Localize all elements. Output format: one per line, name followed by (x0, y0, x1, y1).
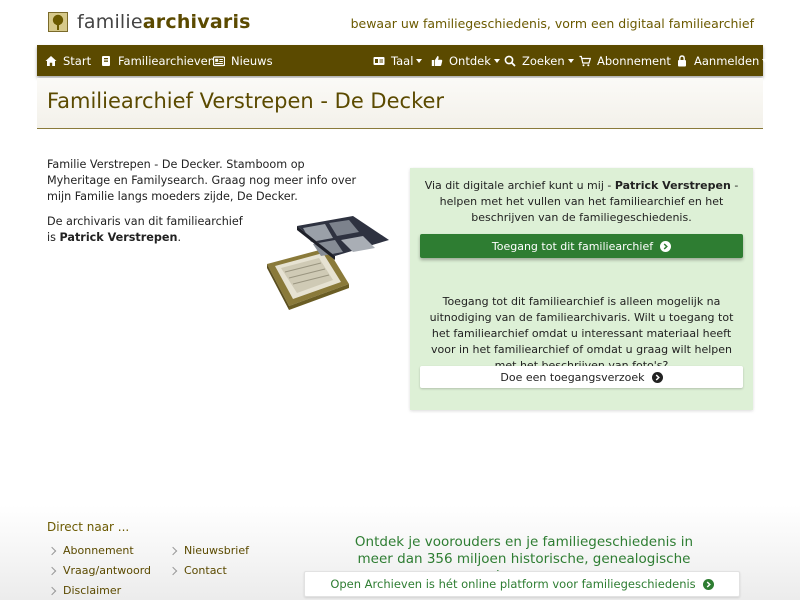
arrow-circle-right-icon (651, 371, 663, 383)
access-panel: Via dit digitale archief kunt u mij - Pa… (410, 168, 753, 410)
nav-taal-label: Taal (391, 53, 414, 68)
archivist-suffix: . (177, 231, 182, 244)
help-text-name: Patrick Verstrepen (614, 179, 731, 192)
footer-link-label: Vraag/antwoord (63, 564, 152, 577)
tree-logo-icon (48, 12, 68, 32)
logo-text: familiearchivaris (77, 11, 251, 33)
footer-link-disclaimer[interactable]: Disclaimer (47, 584, 121, 597)
nav-zoeken[interactable]: Zoeken (504, 45, 574, 76)
logo-prefix: familie (77, 11, 143, 33)
nav-familiearchieven-label: Familiearchieven (118, 53, 216, 68)
nav-ontdek-label: Ontdek (449, 53, 491, 68)
nav-start-label: Start (63, 53, 92, 68)
access-archive-label: Toegang tot dit familiearchief (491, 239, 654, 253)
archive-description: Familie Verstrepen - De Decker. Stamboom… (47, 158, 357, 203)
newspaper-icon (213, 55, 225, 66)
footer-link-nieuwsbrief[interactable]: Nieuwsbrief (168, 544, 249, 557)
site-footer: Direct naar ... Abonnement Nieuwsbrief V… (0, 505, 800, 600)
intro-text: Familie Verstrepen - De Decker. Stamboom… (47, 157, 367, 214)
site-header: familiearchivaris bewaar uw familiegesch… (0, 0, 800, 44)
book-icon (102, 55, 110, 66)
footer-link-label: Abonnement (63, 544, 134, 557)
footer-link-contact[interactable]: Contact (168, 564, 227, 577)
language-icon (373, 56, 385, 65)
help-text: Via dit digitale archief kunt u mij - Pa… (424, 178, 739, 226)
nav-ontdek[interactable]: Ontdek (431, 45, 500, 76)
footer-heading: Direct naar ... (47, 520, 130, 534)
archivist-name: Patrick Verstrepen (59, 231, 178, 244)
cart-icon (579, 55, 591, 66)
archivist-info: De archivaris van dit familiearchief is … (47, 214, 247, 246)
chevron-right-icon (47, 566, 57, 575)
chevron-right-icon (47, 546, 57, 555)
arrow-circle-right-icon (702, 578, 714, 590)
access-archive-button[interactable]: Toegang tot dit familiearchief (420, 234, 743, 258)
logo-bold: archivaris (142, 11, 251, 33)
lock-icon (678, 54, 686, 66)
footer-link-abonnement[interactable]: Abonnement (47, 544, 134, 557)
nav-zoeken-label: Zoeken (522, 53, 565, 68)
nav-familiearchieven[interactable]: Familiearchieven (100, 45, 215, 76)
tagline: bewaar uw familiegeschiedenis, vorm een … (350, 16, 754, 31)
thumbs-up-icon (431, 55, 443, 66)
nav-start[interactable]: Start (45, 45, 91, 76)
chevron-down-icon (762, 58, 769, 63)
nav-aanmelden[interactable]: Aanmelden (676, 45, 769, 76)
page-title: Familiearchief Verstrepen - De Decker (47, 89, 445, 113)
footer-link-vraag-antwoord[interactable]: Vraag/antwoord (47, 564, 151, 577)
chevron-right-icon (168, 546, 178, 555)
search-icon (504, 55, 516, 67)
main-navbar: Start Familiearchieven Nieuws Taal Ontde… (37, 45, 769, 76)
footer-link-label: Nieuwsbrief (184, 544, 249, 557)
chevron-down-icon (493, 58, 500, 63)
archive-box-image (263, 212, 391, 310)
open-archieven-button[interactable]: Open Archieven is hét online platform vo… (304, 571, 740, 597)
chevron-right-icon (168, 566, 178, 575)
nav-nieuws[interactable]: Nieuws (213, 45, 273, 76)
nav-taal[interactable]: Taal (373, 45, 423, 76)
site-logo[interactable]: familiearchivaris (48, 11, 251, 33)
nav-aanmelden-label: Aanmelden (694, 53, 760, 68)
page-title-bar: Familiearchief Verstrepen - De Decker (37, 78, 763, 129)
footer-link-label: Contact (184, 564, 227, 577)
access-info-text: Toegang tot dit familiearchief is alleen… (429, 295, 734, 372)
nav-abonnement[interactable]: Abonnement (579, 45, 671, 76)
arrow-circle-right-icon (660, 240, 672, 252)
footer-link-label: Disclaimer (63, 584, 122, 597)
open-archieven-label: Open Archieven is hét online platform vo… (330, 577, 696, 591)
chevron-down-icon (567, 58, 574, 63)
chevron-down-icon (416, 58, 423, 63)
access-request-button[interactable]: Doe een toegangsverzoek (420, 366, 743, 388)
access-request-label: Doe een toegangsverzoek (500, 370, 645, 384)
nav-abonnement-label: Abonnement (597, 53, 671, 68)
help-text-prefix: Via dit digitale archief kunt u mij - (424, 179, 612, 192)
nav-nieuws-label: Nieuws (231, 53, 273, 68)
chevron-right-icon (47, 586, 57, 595)
home-icon (45, 55, 57, 66)
